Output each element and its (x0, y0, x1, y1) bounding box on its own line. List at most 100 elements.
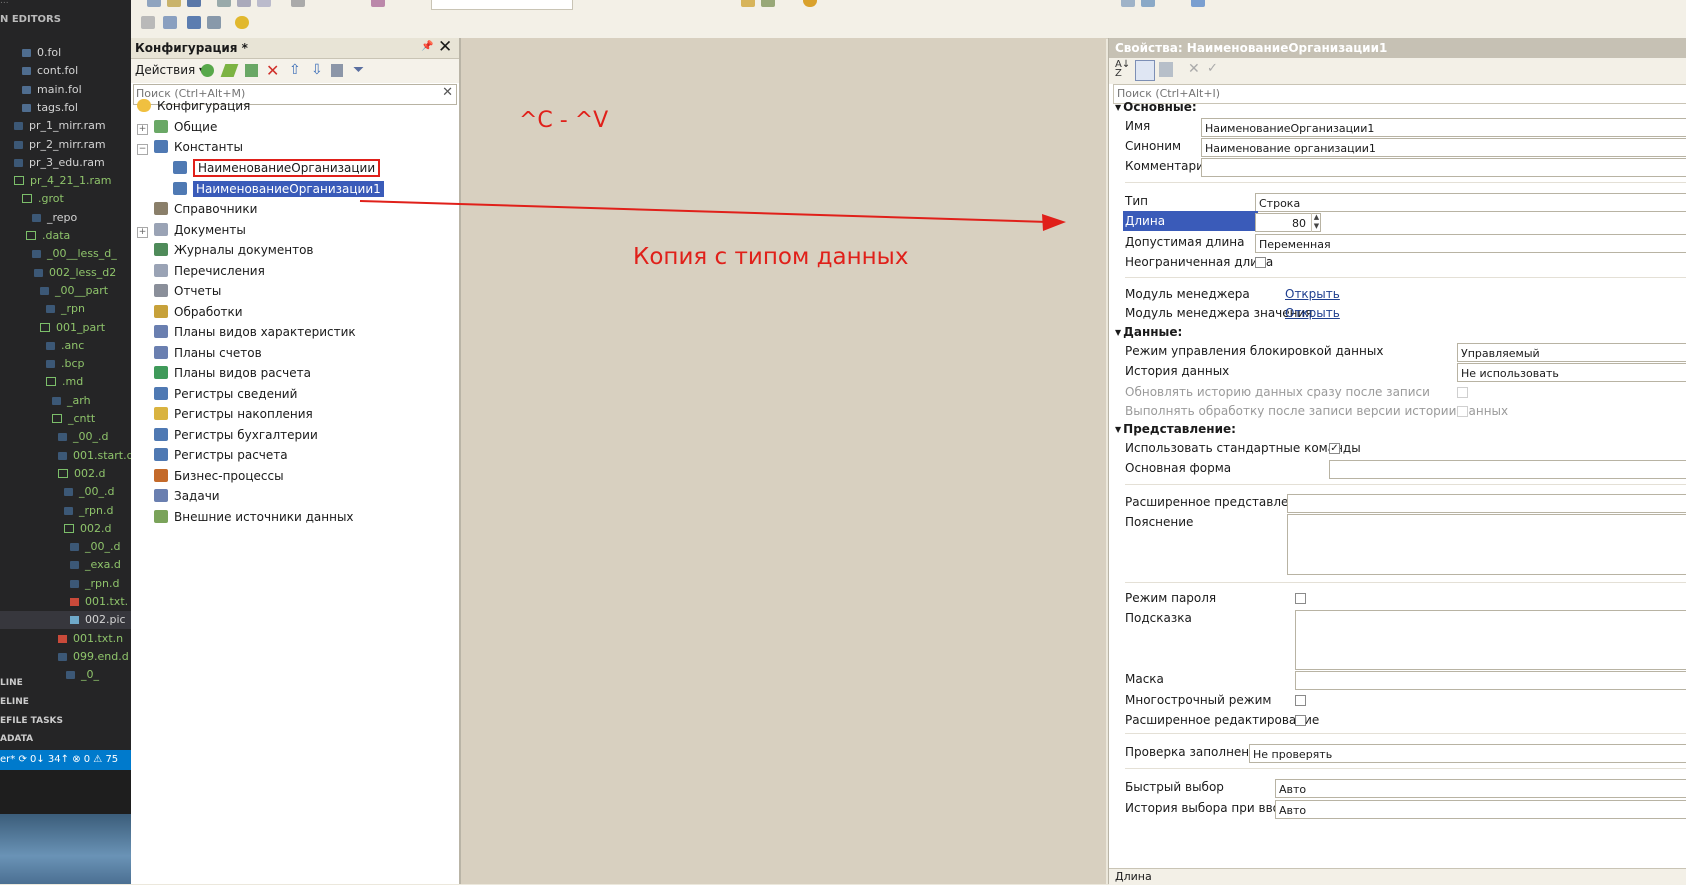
explorer-item[interactable]: _00__less_d_ (32, 245, 117, 263)
section-data[interactable]: ▼ Данные: (1115, 325, 1182, 339)
tree-item[interactable]: Планы видов расчета (137, 363, 311, 383)
explorer-item[interactable]: .grot (22, 190, 64, 208)
sort-icon[interactable] (331, 64, 343, 77)
explorer-item[interactable]: 099.end.d (58, 648, 129, 666)
tree-item-common[interactable]: + Общие (137, 117, 217, 137)
save-icon[interactable] (187, 0, 201, 7)
explorer-item[interactable]: _00_.d (58, 428, 108, 446)
new-icon[interactable] (147, 0, 161, 7)
explorer-item[interactable]: _00_.d (64, 483, 114, 501)
tree-item[interactable]: Планы видов характеристик (137, 322, 356, 342)
explorer-item[interactable]: 002.pic (0, 611, 131, 630)
pin-icon[interactable]: 📌 (421, 41, 433, 52)
tree-root[interactable]: Конфигурация (137, 96, 250, 116)
password-mode-checkbox[interactable] (1295, 593, 1306, 604)
section-basic[interactable]: ▼ Основные: (1115, 100, 1197, 114)
explorer-item[interactable]: .anc (46, 337, 84, 355)
explorer-item[interactable]: .md (46, 373, 83, 391)
ext-presentation-field[interactable] (1287, 494, 1686, 513)
tree-item[interactable]: Бизнес-процессы (137, 466, 284, 486)
lock-mode-field[interactable]: Управляемый (1457, 343, 1686, 362)
section-adata[interactable]: ADATA (0, 734, 33, 744)
explorer-item[interactable]: pr_2_mirr.ram (14, 136, 106, 154)
tree-item[interactable]: Обработки (137, 302, 243, 322)
filter-props-icon[interactable] (1159, 62, 1173, 77)
find-icon[interactable] (371, 0, 385, 7)
explorer-item[interactable]: 002.d (64, 520, 111, 538)
section-presentation[interactable]: ▼ Представление: (1115, 422, 1236, 436)
explorer-item[interactable]: 001.txt. (70, 593, 128, 611)
explorer-item[interactable]: pr_3_edu.ram (14, 154, 105, 172)
synonym-field[interactable]: Наименование организации1 (1201, 138, 1686, 157)
explorer-item[interactable]: _exa.d (70, 556, 121, 574)
tree-item-constant-original[interactable]: НаименованиеОрганизации (173, 158, 381, 178)
close-icon[interactable]: ✕ (438, 37, 452, 57)
tree-item[interactable]: Журналы документов (137, 240, 313, 260)
section-eline[interactable]: ELINE (0, 697, 29, 707)
toolbar-star-icon[interactable] (741, 0, 755, 7)
open-manager-module-link[interactable]: Открыть (1285, 284, 1340, 304)
toolbar-search-box[interactable] (431, 0, 573, 10)
data-history-field[interactable]: Не использовать (1457, 363, 1686, 382)
comment-field[interactable] (1201, 158, 1686, 177)
use-std-commands-checkbox[interactable]: ✓ (1329, 443, 1340, 454)
explorer-item[interactable]: main.fol (22, 81, 82, 99)
collapse-icon[interactable]: − (137, 144, 148, 155)
database-icon[interactable] (187, 16, 201, 29)
allowed-length-field[interactable]: Переменная (1255, 234, 1686, 253)
tree-item[interactable]: Задачи (137, 486, 220, 506)
quick-choice-field[interactable]: Авто (1275, 779, 1686, 798)
delete-icon[interactable]: ✕ (266, 61, 279, 80)
ext-edit-checkbox[interactable] (1295, 715, 1306, 726)
tree-item[interactable]: Регистры бухгалтерии (137, 425, 318, 445)
accept-icon[interactable]: ✓ (1207, 61, 1218, 76)
undo-icon[interactable] (291, 0, 305, 7)
length-spinner[interactable]: ▲ ▼ (1311, 213, 1321, 232)
toolbar-right-icon-3[interactable] (1191, 0, 1205, 7)
tree-item[interactable]: Регистры расчета (137, 445, 288, 465)
update-history-checkbox[interactable] (1457, 387, 1468, 398)
tree-item-constants[interactable]: − Константы (137, 137, 243, 157)
explorer-item[interactable]: _rpn.d (64, 502, 113, 520)
filter-icon[interactable]: ⏷ (353, 62, 364, 78)
mask-field[interactable] (1295, 671, 1686, 690)
explorer-item[interactable]: _arh (52, 392, 91, 410)
tree-item[interactable]: Перечисления (137, 261, 265, 281)
fill-check-field[interactable]: Не проверять (1249, 744, 1686, 763)
actions-menu-button[interactable]: Действия ▾ (135, 63, 205, 77)
explorer-item[interactable]: _rpn.d (70, 575, 119, 593)
explorer-item[interactable]: 002_less_d2 (34, 264, 116, 282)
toolbar-right-icon-2[interactable] (1141, 0, 1155, 7)
expand-icon[interactable]: + (137, 226, 148, 238)
tree-item[interactable]: Внешние источники данных (137, 507, 354, 527)
explorer-item[interactable]: _00_.d (70, 538, 120, 556)
properties-search-input[interactable] (1114, 85, 1680, 101)
explorer-item[interactable]: 002.d (58, 465, 105, 483)
explorer-item[interactable]: _00__part (40, 282, 108, 300)
edit-icon[interactable] (220, 64, 239, 77)
open-value-manager-module-link[interactable]: Открыть (1285, 303, 1340, 323)
table-icon[interactable] (207, 16, 221, 29)
main-form-field[interactable] (1329, 460, 1686, 479)
toolbar-edit-icon[interactable] (761, 0, 775, 7)
cut-icon[interactable] (217, 0, 231, 7)
status-bar[interactable]: er* ⟳ 0↓ 34↑ ⊗ 0 ⚠ 75 (0, 750, 131, 770)
info-icon[interactable] (803, 0, 817, 7)
explorer-item[interactable]: .data (26, 227, 70, 245)
type-field[interactable]: Строка (1255, 193, 1686, 212)
open-icon[interactable] (167, 0, 181, 7)
explorer-item[interactable]: 001.start.d (58, 447, 131, 465)
properties-search[interactable] (1113, 84, 1686, 104)
open-editors-header[interactable]: N EDITORS (0, 14, 61, 25)
explorer-item[interactable]: _0_ (66, 666, 99, 684)
explorer-item[interactable]: 001.txt.n (58, 630, 123, 648)
tooltip-field[interactable] (1295, 610, 1686, 670)
tree-item[interactable]: Планы счетов (137, 343, 262, 363)
tree-item[interactable]: Регистры накопления (137, 404, 313, 424)
add-icon[interactable] (201, 64, 214, 77)
cancel-icon[interactable]: ✕ (1188, 61, 1200, 77)
tree-item[interactable]: + Документы (137, 220, 246, 240)
tree-item[interactable]: Регистры сведений (137, 384, 297, 404)
expand-icon[interactable]: + (137, 124, 148, 135)
copy-item-icon[interactable] (245, 64, 258, 77)
